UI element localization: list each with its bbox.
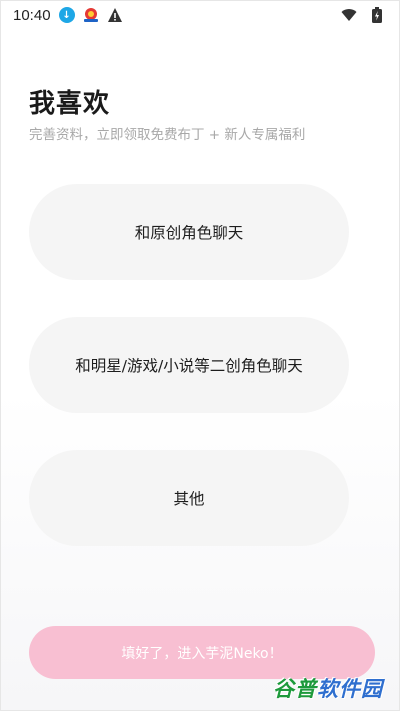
screen: 10:40 ↓ 我喜欢 完善资料，立即领取免费布丁 + 新人专属福利 和原创角色… xyxy=(0,0,400,711)
page-subtitle: 完善资料，立即领取免费布丁 + 新人专属福利 xyxy=(29,127,306,143)
option-other[interactable]: 其他 xyxy=(29,450,349,546)
app-notification-icon xyxy=(82,7,100,23)
page-title: 我喜欢 xyxy=(29,89,111,119)
submit-button[interactable]: 填好了，进入芋泥Neko！ xyxy=(29,626,375,679)
status-time: 10:40 xyxy=(13,6,51,24)
submit-label: 填好了，进入芋泥Neko！ xyxy=(121,645,283,662)
watermark-logo: 谷普 软件园 xyxy=(273,673,383,703)
wifi-icon xyxy=(341,8,357,22)
battery-icon xyxy=(372,7,382,23)
option-label: 其他 xyxy=(173,490,205,508)
option-label: 和原创角色聊天 xyxy=(134,224,244,242)
watermark-part-a: 谷普 xyxy=(273,677,317,701)
watermark-part-b: 软件园 xyxy=(317,677,383,701)
status-bar: 10:40 ↓ xyxy=(1,1,400,29)
option-original-character-chat[interactable]: 和原创角色聊天 xyxy=(29,184,349,280)
option-fan-creation-character-chat[interactable]: 和明星/游戏/小说等二创角色聊天 xyxy=(29,317,349,413)
warning-icon xyxy=(107,7,123,23)
status-right-group xyxy=(341,7,389,23)
download-icon: ↓ xyxy=(58,7,75,23)
option-label: 和明星/游戏/小说等二创角色聊天 xyxy=(75,357,303,375)
